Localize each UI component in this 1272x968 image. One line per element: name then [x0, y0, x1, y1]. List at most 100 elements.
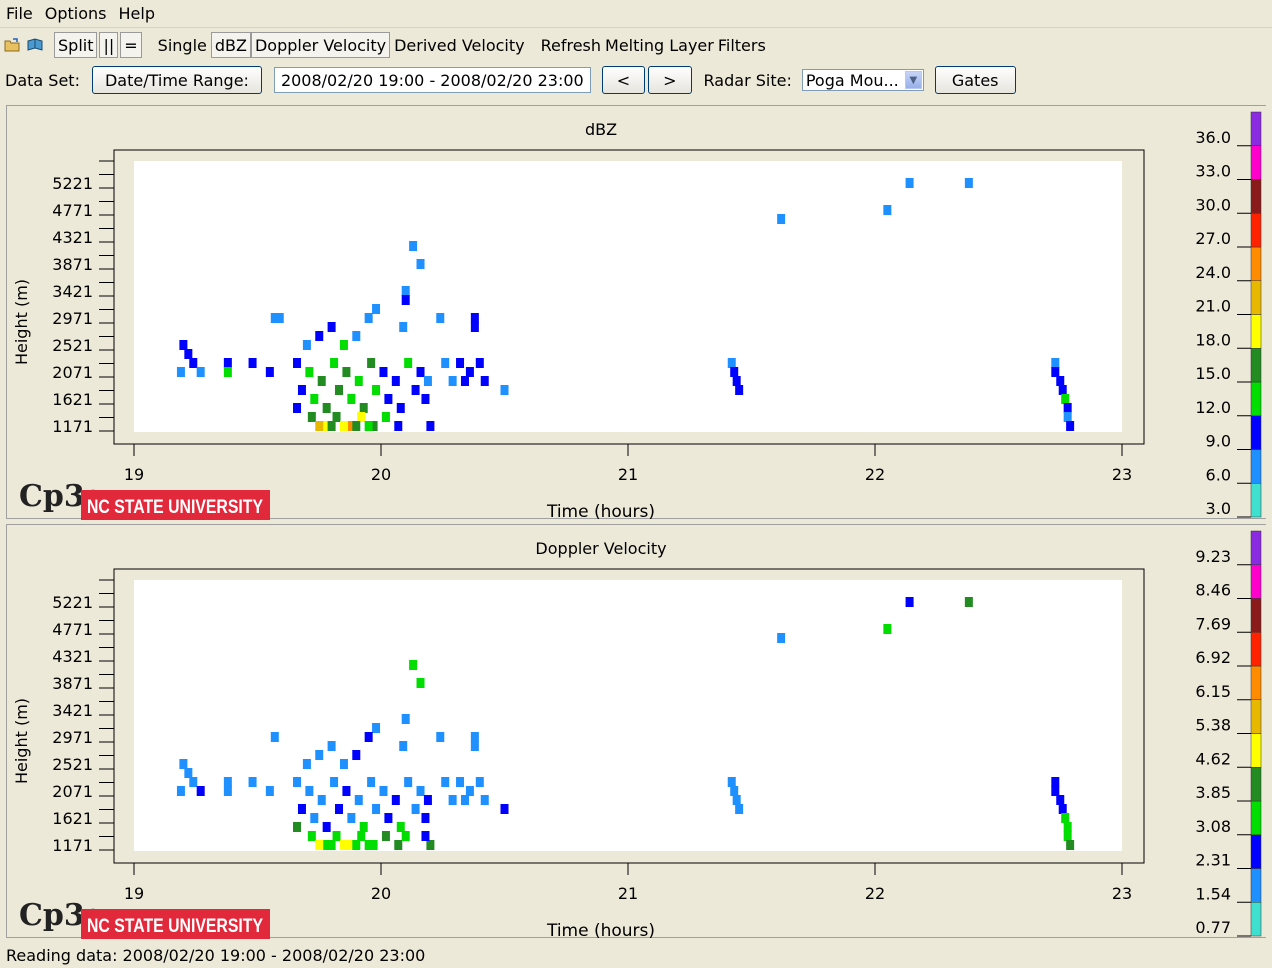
data-cell — [399, 741, 408, 751]
data-cell — [307, 831, 316, 841]
velocity-chart[interactable]: Doppler Velocity 1171 1621 2071 2521 2971 3421… — [7, 525, 1267, 939]
data-cell — [475, 777, 484, 787]
colorbar-label: 3.0 — [1206, 499, 1231, 518]
colorbar-segment — [1250, 415, 1262, 450]
data-cell — [426, 421, 435, 431]
data-cell — [1063, 403, 1072, 413]
data-cell — [293, 822, 302, 832]
colorbar-segment — [1250, 665, 1262, 700]
chevron-down-icon[interactable]: ▼ — [904, 71, 922, 89]
data-cell — [964, 178, 973, 188]
colorbar-segment — [1250, 564, 1262, 599]
y-tick-label: 2521 — [52, 755, 93, 774]
data-cell — [248, 777, 257, 787]
date-range-field[interactable]: 2008/02/20 19:00 - 2008/02/20 23:00 — [273, 67, 591, 93]
data-cell — [223, 367, 232, 377]
data-cell — [470, 741, 479, 751]
colorbar-segment — [1250, 280, 1262, 315]
data-cell — [399, 322, 408, 332]
y-tick-label: 1171 — [52, 417, 93, 436]
data-cell — [465, 786, 474, 796]
data-cell — [354, 795, 363, 805]
x-axis-label: Time (hours) — [546, 502, 655, 520]
data-cell — [196, 786, 205, 796]
colorbar-label: 36.0 — [1195, 128, 1231, 147]
prev-button[interactable]: < — [601, 66, 646, 94]
plot-area — [134, 161, 1122, 432]
data-cell — [367, 358, 376, 368]
data-cell — [335, 385, 344, 395]
data-cell — [347, 394, 356, 404]
colorbar-label: 33.0 — [1195, 162, 1231, 181]
data-cell — [441, 358, 450, 368]
data-cell — [1051, 786, 1060, 796]
x-tick-label: 21 — [618, 884, 638, 903]
data-cell — [372, 723, 381, 733]
y-axis-label: Height (m) — [12, 698, 31, 784]
tab-melting-layer[interactable]: Melting Layer — [605, 36, 718, 55]
radar-site-select[interactable]: Poga Mou... ▼ — [801, 69, 924, 91]
colorbar-label: 6.15 — [1195, 682, 1231, 701]
data-cell — [735, 385, 744, 395]
gates-button[interactable]: Gates — [934, 66, 1016, 94]
tab-refresh[interactable]: Refresh — [537, 36, 605, 55]
data-cell — [475, 358, 484, 368]
data-cell — [265, 786, 274, 796]
data-cell — [421, 394, 430, 404]
pause-button[interactable]: || — [99, 32, 119, 58]
colorbar-label: 2.31 — [1195, 851, 1231, 870]
data-cell — [223, 777, 232, 787]
colorbar-segment — [1250, 246, 1262, 281]
data-cell — [352, 421, 361, 431]
data-cell — [305, 367, 314, 377]
data-cell — [372, 385, 381, 395]
open-folder-icon[interactable] — [4, 37, 22, 53]
data-cell — [317, 795, 326, 805]
open-book-icon[interactable] — [26, 37, 44, 53]
tab-doppler-velocity[interactable]: Doppler Velocity — [250, 32, 391, 58]
data-cell — [265, 367, 274, 377]
colorbar-segment — [1250, 598, 1262, 633]
tab-single[interactable]: Single — [154, 36, 211, 55]
data-cell — [196, 367, 205, 377]
data-cell — [339, 759, 348, 769]
colorbar-segment — [1250, 530, 1262, 565]
colorbar-label: 18.0 — [1195, 330, 1231, 349]
colorbar-label: 7.69 — [1195, 614, 1231, 633]
data-cell — [421, 813, 430, 823]
radar-site-label: Radar Site: — [703, 70, 792, 90]
data-cell — [416, 786, 425, 796]
date-time-range-button[interactable]: Date/Time Range: — [91, 66, 262, 94]
data-cell — [176, 367, 185, 377]
dataset-label: Data Set: — [5, 70, 80, 90]
chart-title: Doppler Velocity — [535, 539, 666, 558]
data-cell — [315, 840, 324, 850]
tab-filters[interactable]: Filters — [718, 36, 770, 55]
equal-button[interactable]: = — [120, 32, 142, 58]
menu-options[interactable]: Options — [39, 4, 113, 23]
data-cell — [359, 822, 368, 832]
data-cell — [905, 597, 914, 607]
data-cell — [315, 421, 324, 431]
tab-derived-velocity[interactable]: Derived Velocity — [390, 36, 529, 55]
data-cell — [401, 295, 410, 305]
radar-site-value: Poga Mou... — [805, 70, 899, 90]
y-tick-label: 2971 — [52, 309, 93, 328]
data-cell — [372, 304, 381, 314]
split-button[interactable]: Split — [54, 32, 98, 58]
colorbar-segment — [1250, 733, 1262, 768]
data-cell — [1061, 394, 1070, 404]
y-tick-label: 5221 — [52, 174, 93, 193]
dbz-chart[interactable]: dBZ 1171 1621 2071 2521 2971 3421 3871 4321 4771 5… — [7, 106, 1267, 520]
data-cell — [327, 421, 336, 431]
menu-file[interactable]: File — [0, 4, 39, 23]
menu-help[interactable]: Help — [113, 4, 161, 23]
data-cell — [1058, 804, 1067, 814]
tab-dbz[interactable]: dBZ — [210, 32, 251, 58]
data-cell — [327, 840, 336, 850]
data-cell — [460, 376, 469, 386]
x-tick-label: 19 — [124, 465, 144, 484]
data-cell — [189, 358, 198, 368]
next-button[interactable]: > — [648, 66, 692, 94]
y-tick-label: 4771 — [52, 201, 93, 220]
